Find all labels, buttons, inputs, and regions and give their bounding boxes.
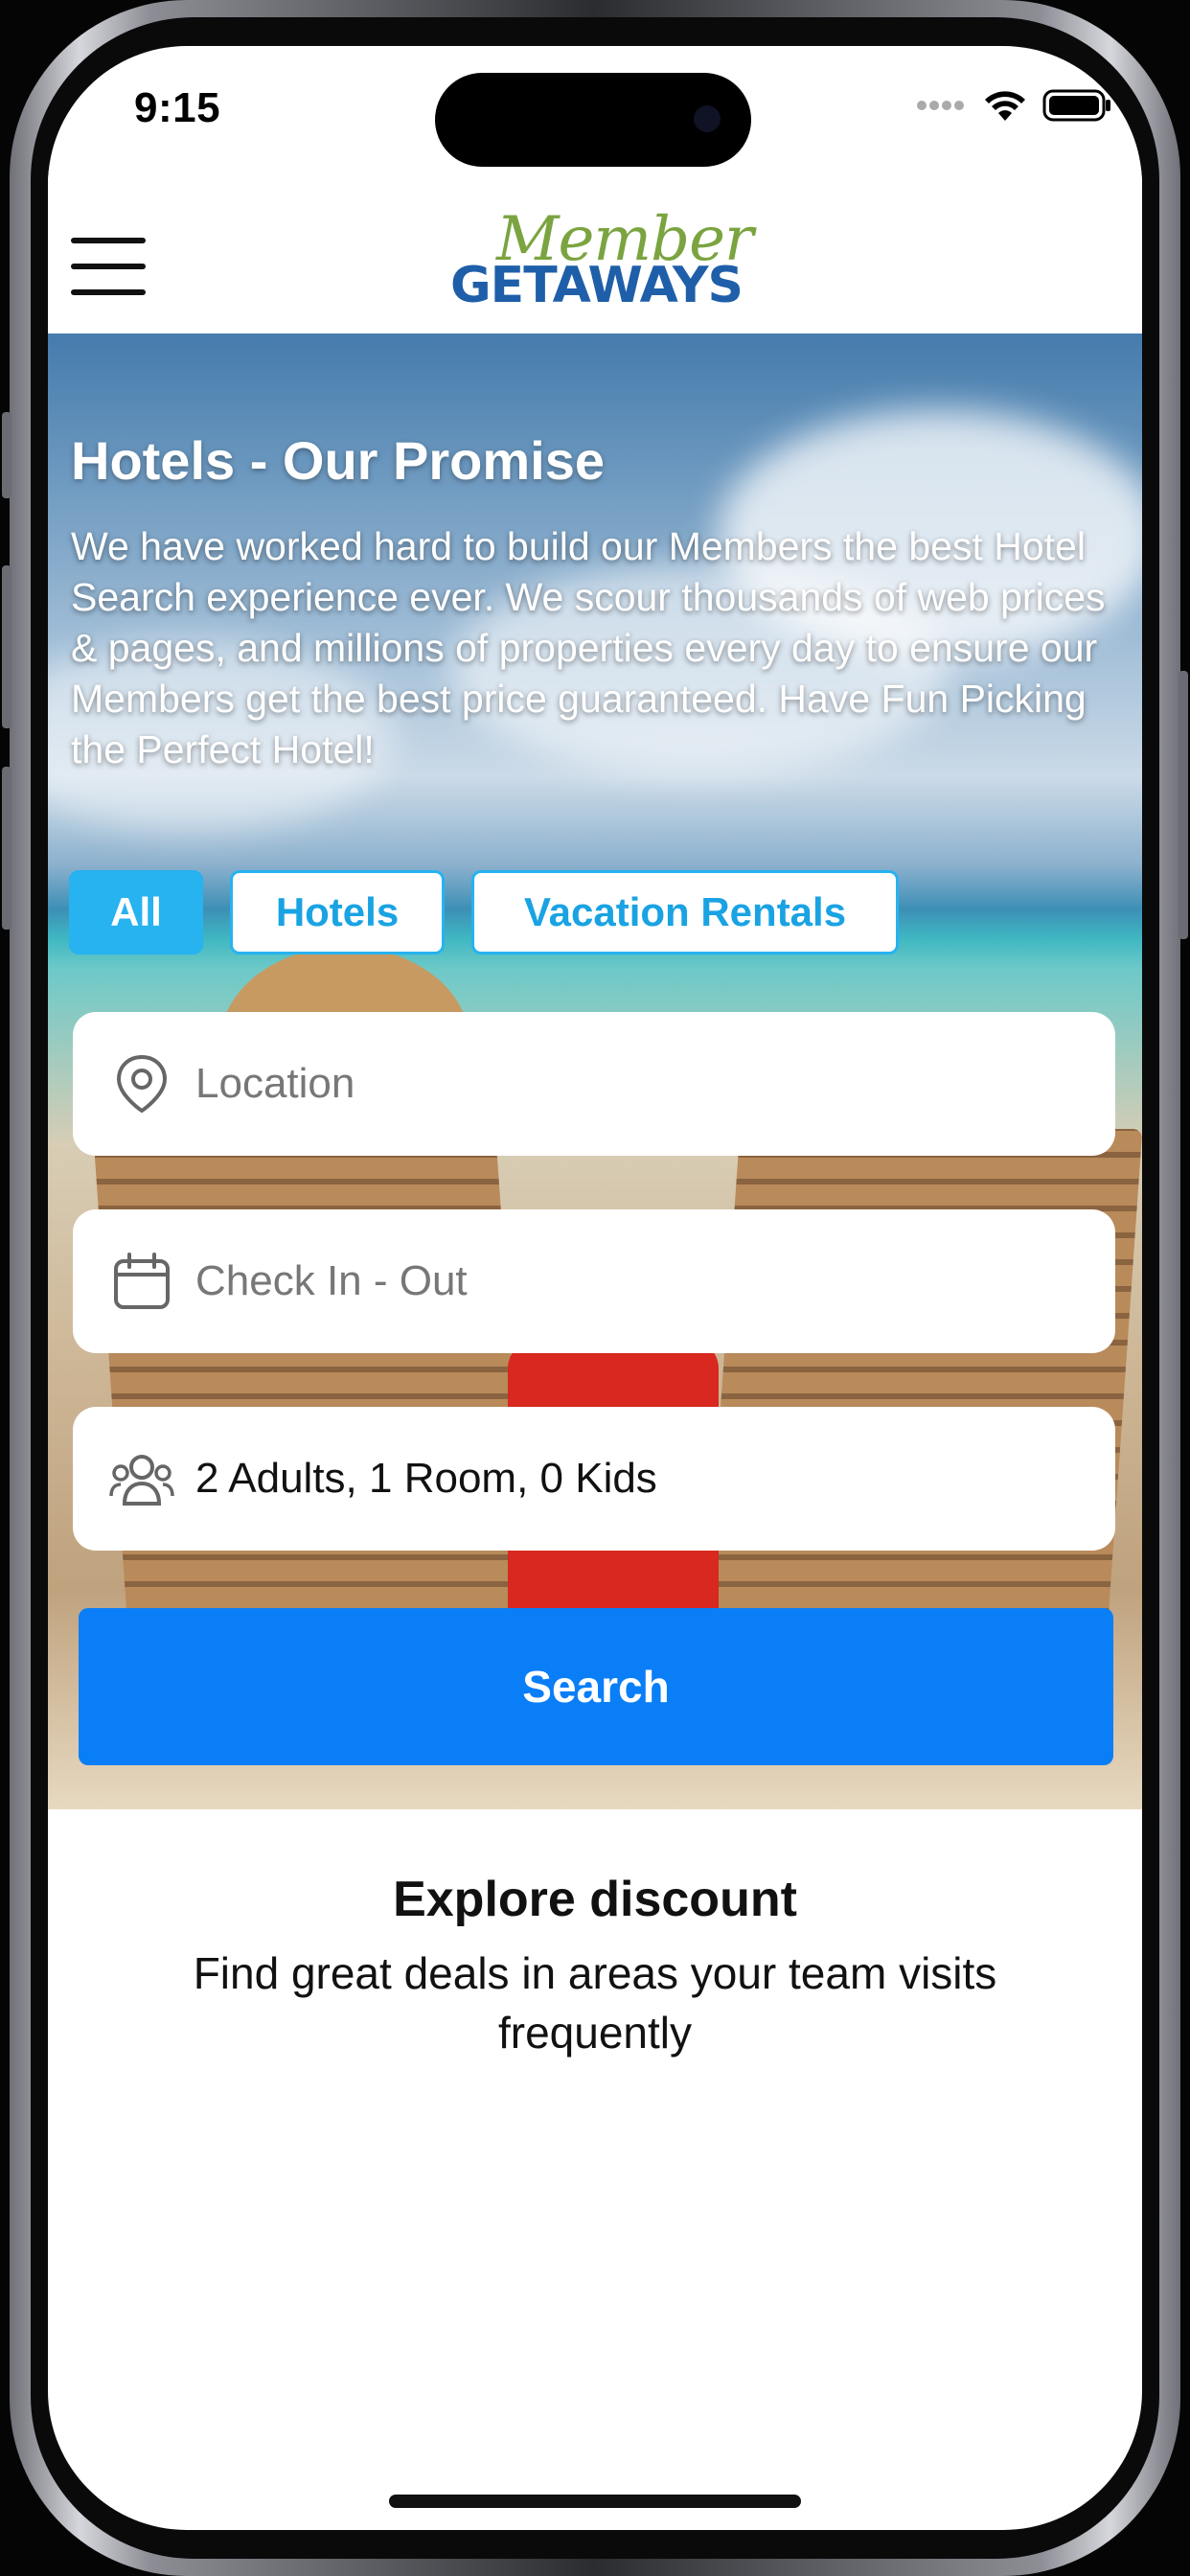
hero-description: We have worked hard to build our Members…: [71, 524, 1106, 771]
logo-bold-text: GETAWAYS: [450, 257, 744, 314]
signal-dots-icon: [917, 101, 964, 110]
dates-field[interactable]: Check In - Out: [73, 1209, 1115, 1353]
hero-section: Hotels - Our Promise We have worked hard…: [48, 334, 1142, 1809]
hero-title: Hotels - Our Promise: [71, 430, 606, 491]
wifi-icon: [985, 91, 1025, 121]
volume-down-button: [2, 767, 11, 930]
tab-vacation-rentals[interactable]: Vacation Rentals: [471, 870, 899, 954]
property-type-tabs: All Hotels Vacation Rentals: [69, 870, 899, 954]
location-pin-icon: [109, 1051, 174, 1116]
dynamic-island: [435, 73, 751, 167]
app-header: Member GETAWAYS: [48, 171, 1142, 334]
location-field[interactable]: Location: [73, 1012, 1115, 1156]
hamburger-menu-icon[interactable]: [71, 238, 148, 295]
tab-all[interactable]: All: [69, 870, 203, 954]
explore-title: Explore discount: [393, 1872, 797, 1927]
phone-device: 9:15 Member GETAWAYS Hotels - Our Promis…: [0, 0, 1190, 2576]
guests-field[interactable]: 2 Adults, 1 Room, 0 Kids: [73, 1407, 1115, 1551]
dates-placeholder: Check In - Out: [195, 1257, 468, 1304]
tab-hotels[interactable]: Hotels: [230, 870, 445, 954]
phone-screen: 9:15 Member GETAWAYS Hotels - Our Promis…: [48, 46, 1142, 2530]
calendar-icon: [109, 1249, 174, 1314]
explore-subtitle: Find great deals in areas your team visi…: [193, 1948, 997, 2058]
action-button: [2, 412, 11, 498]
users-icon: [109, 1446, 174, 1511]
power-button: [1179, 671, 1188, 939]
member-getaways-logo[interactable]: Member GETAWAYS: [450, 209, 754, 314]
search-button[interactable]: Search: [79, 1608, 1113, 1765]
front-camera: [694, 105, 721, 132]
battery-icon: [1042, 89, 1110, 122]
guests-value: 2 Adults, 1 Room, 0 Kids: [195, 1455, 657, 1502]
location-placeholder: Location: [195, 1060, 355, 1107]
volume-up-button: [2, 565, 11, 728]
home-indicator[interactable]: [389, 2495, 801, 2508]
status-time: 9:15: [134, 84, 221, 131]
status-icons: [916, 88, 1111, 123]
